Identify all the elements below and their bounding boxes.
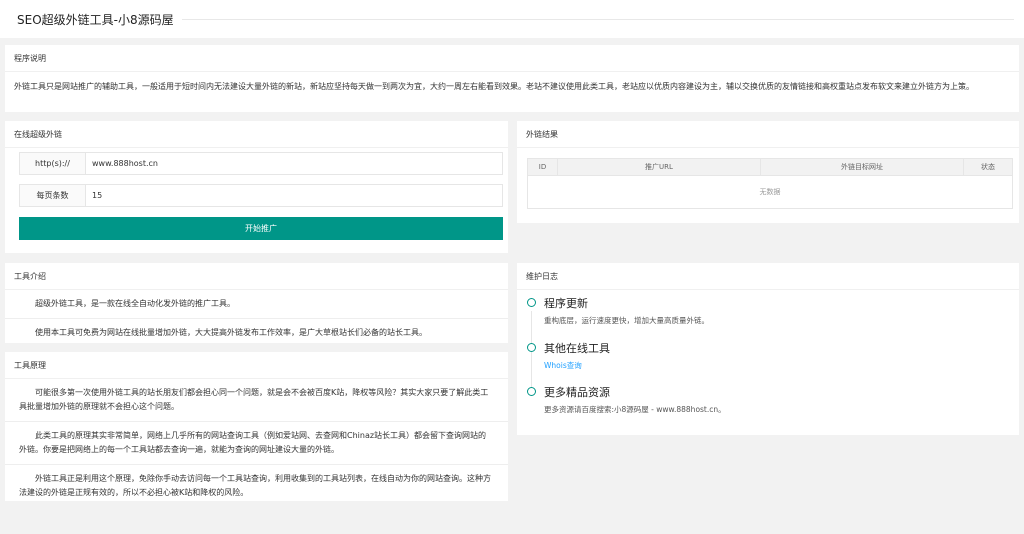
results-header-row: ID 推广URL 外链目标网址 状态: [527, 158, 1013, 176]
empty-text: 无数据: [527, 175, 1013, 209]
page-title: SEO超级外链工具-小8源码屋: [17, 11, 182, 28]
count-input[interactable]: [86, 185, 502, 206]
column-header-status[interactable]: 状态: [963, 158, 1013, 176]
link-form-card: 在线超级外链 http(s):// 每页条数 开始推广: [5, 121, 508, 253]
url-input[interactable]: [86, 153, 502, 174]
principle-paragraph: 此类工具的原理其实非常简单，网络上几乎所有的网站查询工具（例如爱站网、去查网和C…: [5, 422, 508, 465]
url-label: http(s)://: [20, 153, 86, 174]
timeline-title: 更多精品资源: [544, 386, 610, 399]
results-heading: 外链结果: [517, 121, 1019, 148]
results-card: 外链结果 ID 推广URL 外链目标网址 状态 无数据: [517, 121, 1019, 223]
tool-intro-body: 超级外链工具，是一款在线全自动化发外链的推广工具。 使用本工具可免费为网站在线批…: [5, 290, 508, 347]
start-promote-button[interactable]: 开始推广: [19, 217, 503, 240]
tool-intro-paragraph: 超级外链工具，是一款在线全自动化发外链的推广工具。: [5, 290, 508, 319]
principle-paragraph: 外链工具正是利用这个原理，免除你手动去访问每一个工具站查询，利用收集到的工具站列…: [19, 474, 491, 497]
timeline-dot-icon: [527, 298, 536, 307]
tool-intro-heading: 工具介绍: [5, 263, 508, 290]
timeline-title: 其他在线工具: [544, 342, 610, 355]
count-row: 每页条数: [19, 184, 503, 207]
timeline-title: 程序更新: [544, 297, 588, 310]
principle-paragraph: 可能很多第一次使用外链工具的站长朋友们都会担心同一个问题，就是会不会被百度K站，…: [5, 379, 508, 422]
principle-heading: 工具原理: [5, 352, 508, 379]
results-table: ID 推广URL 外链目标网址 状态 无数据: [527, 158, 1013, 209]
top-bar: SEO超级外链工具-小8源码屋: [0, 0, 1024, 38]
intro-heading: 程序说明: [5, 45, 1019, 72]
changelog-heading: 维护日志: [517, 263, 1019, 290]
column-header-promo-url[interactable]: 推广URL: [557, 158, 761, 176]
timeline-dot-icon: [527, 343, 536, 352]
count-label: 每页条数: [20, 185, 86, 206]
link-form-heading: 在线超级外链: [5, 121, 508, 148]
url-row: http(s)://: [19, 152, 503, 175]
timeline-text-wrap: Whois查询: [544, 360, 582, 371]
changelog-card: 维护日志 程序更新 重构底层，运行速度更快，增加大量高质量外链。 其他在线工具 …: [517, 263, 1019, 435]
principle-body: 可能很多第一次使用外链工具的站长朋友们都会担心同一个问题，就是会不会被百度K站，…: [5, 379, 508, 507]
column-header-target-url[interactable]: 外链目标网址: [760, 158, 964, 176]
empty-row: 无数据: [527, 175, 1013, 209]
timeline-text: 更多资源请百度搜索:小8源码屋 - www.888host.cn。: [544, 405, 726, 414]
principle-card: 工具原理 可能很多第一次使用外链工具的站长朋友们都会担心同一个问题，就是会不会被…: [5, 352, 508, 501]
whois-link[interactable]: Whois查询: [544, 361, 582, 370]
tool-intro-card: 工具介绍 超级外链工具，是一款在线全自动化发外链的推广工具。 使用本工具可免费为…: [5, 263, 508, 343]
intro-card: 程序说明 外链工具只是网站推广的辅助工具，一般适用于短时间内无法建设大量外链的新…: [5, 45, 1019, 112]
column-header-id[interactable]: ID: [527, 158, 558, 176]
timeline-text: 重构底层，运行速度更快，增加大量高质量外链。: [544, 316, 709, 325]
timeline-dot-icon: [527, 387, 536, 396]
tool-intro-paragraph: 使用本工具可免费为网站在线批量增加外链，大大提高外链发布工作效率，是广大草根站长…: [35, 328, 427, 337]
intro-text: 外链工具只是网站推广的辅助工具，一般适用于短时间内无法建设大量外链的新站，新站应…: [14, 82, 974, 91]
